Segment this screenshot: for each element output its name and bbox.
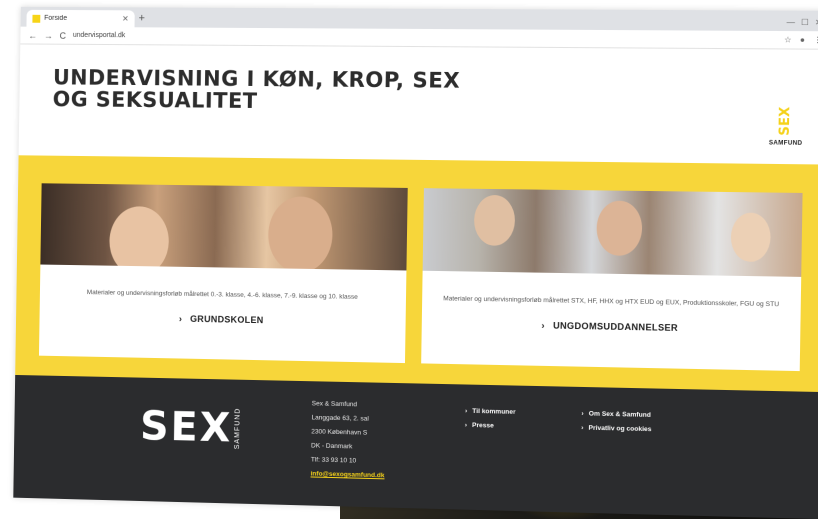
chevron-right-icon: › — [464, 407, 468, 415]
card-description: Materialer og undervisningsforløb målret… — [86, 289, 358, 301]
card-photo-children — [40, 183, 408, 271]
footer-address: Sex & Samfund Langgade 63, 2. sal 2300 K… — [310, 397, 385, 483]
window-controls: — ☐ ✕ — [787, 18, 818, 27]
logo-word: SEX — [777, 106, 794, 136]
footer-link-label: Om Sex & Samfund — [588, 410, 651, 419]
footer-link-om[interactable]: › Om Sex & Samfund — [581, 407, 651, 423]
url-field[interactable]: undervisportal.dk — [73, 32, 777, 43]
card-link-label: GRUNDSKOLEN — [190, 313, 264, 326]
reload-button[interactable]: C — [60, 30, 67, 40]
chevron-right-icon: › — [581, 410, 584, 418]
card-photo-teens — [422, 188, 803, 277]
page-header: UNDERVISNING I KØN, KROP, SEX OG SEKSUAL… — [18, 44, 818, 165]
browser-window: Forside ✕ + — ☐ ✕ ← → C undervisportal.d… — [13, 6, 818, 519]
card-description: Materialer og undervisningsforløb målret… — [443, 295, 780, 309]
browser-tab[interactable]: Forside ✕ — [26, 9, 135, 28]
footer-link-label: Presse — [472, 421, 494, 430]
chevron-right-icon: › — [464, 421, 468, 429]
address-bar-icons: ☆ ● ⋮ — [784, 35, 818, 44]
ungdomsuddannelser-link[interactable]: › UNGDOMSUDDANNELSER — [422, 318, 801, 335]
footer-link-kommuner[interactable]: › Til kommuner — [465, 405, 516, 420]
minimize-icon[interactable]: — — [787, 18, 796, 27]
profile-icon[interactable]: ● — [800, 35, 805, 44]
footer-links-1: › Til kommuner › Presse — [465, 405, 516, 434]
footer-link-label: Til kommuner — [472, 407, 516, 416]
favicon-icon — [32, 14, 41, 23]
footer-link-privatliv[interactable]: › Privatliv og cookies — [581, 421, 651, 437]
page-footer: SEX SAMFUND Sex & Samfund Langgade 63, 2… — [13, 374, 818, 519]
chevron-right-icon: › — [581, 424, 584, 432]
footer-logo[interactable]: SEX SAMFUND — [140, 403, 242, 451]
card-grundskolen[interactable]: Materialer og undervisningsforløb målret… — [38, 183, 408, 364]
card-ungdomsuddannelser[interactable]: Materialer og undervisningsforløb målret… — [421, 188, 803, 372]
footer-logo-sub: SAMFUND — [234, 407, 242, 450]
logo-sub: SAMFUND — [768, 140, 803, 148]
menu-icon[interactable]: ⋮ — [813, 35, 818, 44]
tab-close-icon[interactable]: ✕ — [122, 14, 129, 23]
header-logo[interactable]: SEX SAMFUND — [764, 107, 809, 148]
content-band: Materialer og undervisningsforløb målret… — [15, 155, 818, 393]
chevron-right-icon: › — [541, 320, 545, 331]
footer-link-label: Privatliv og cookies — [588, 424, 652, 434]
footer-logo-word: SEX — [139, 403, 233, 452]
forward-button[interactable]: → — [44, 30, 53, 40]
email-link[interactable]: info@sexogsamfund.dk — [310, 467, 385, 483]
page-title: UNDERVISNING I KØN, KROP, SEX OG SEKSUAL… — [52, 65, 461, 114]
new-tab-button[interactable]: + — [139, 12, 146, 24]
card-link-label: UNGDOMSUDDANNELSER — [552, 320, 679, 333]
footer-links-2: › Om Sex & Samfund › Privatliv og cookies — [581, 407, 652, 437]
tab-title: Forside — [44, 14, 68, 22]
back-button[interactable]: ← — [28, 30, 37, 40]
maximize-icon[interactable]: ☐ — [801, 18, 809, 27]
grundskolen-link[interactable]: › GRUNDSKOLEN — [40, 311, 406, 328]
footer-link-presse[interactable]: › Presse — [465, 419, 516, 434]
bookmark-star-icon[interactable]: ☆ — [784, 35, 792, 44]
chevron-right-icon: › — [178, 313, 183, 324]
